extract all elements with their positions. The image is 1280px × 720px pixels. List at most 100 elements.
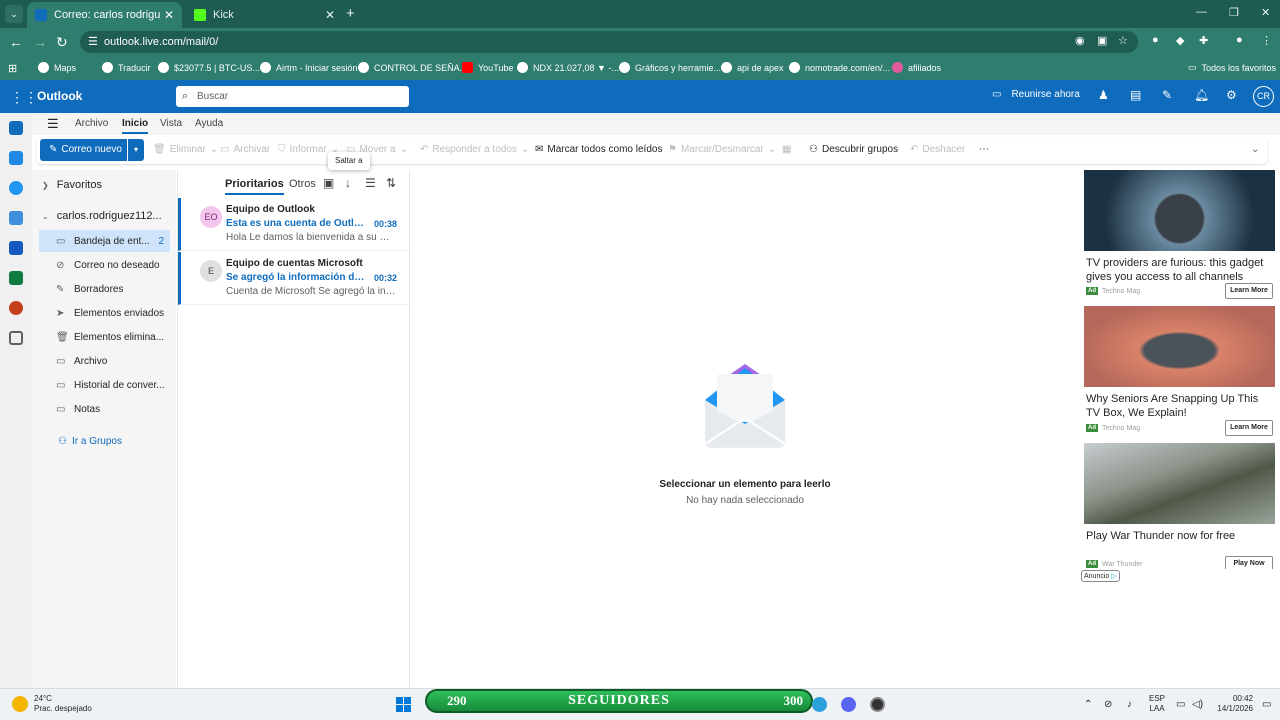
hamburger-icon[interactable]: ☰ — [47, 116, 59, 132]
go-to-groups-link[interactable]: ⚇ Ir a Grupos — [58, 436, 122, 447]
bookmark-item[interactable]: Airtm - Iniciar sesión — [260, 62, 358, 73]
display-icon[interactable]: ▭ — [1176, 699, 1185, 710]
tab-search-button[interactable]: ⌄ — [5, 5, 23, 23]
mail-icon[interactable] — [9, 121, 23, 135]
view-toggle-button[interactable]: ▦ — [782, 144, 795, 155]
bookmark-item[interactable]: Gráficos y herramie... — [619, 62, 721, 73]
forward-icon[interactable]: → — [33, 34, 47, 50]
filter-icon[interactable]: ☰ — [365, 176, 376, 190]
feedback-icon[interactable]: ✎ — [1162, 88, 1172, 102]
back-icon[interactable]: ← — [9, 34, 23, 50]
calendar-icon[interactable] — [9, 151, 23, 165]
restore-icon[interactable]: ❐ — [1229, 6, 1239, 19]
flag-button[interactable]: ⚑ Marcar/Desmarcar ⌄ — [668, 144, 776, 155]
discover-groups-button[interactable]: ⚇ Descubrir grupos — [809, 144, 898, 155]
search-input[interactable]: ⌕ Buscar — [176, 86, 409, 107]
bookmark-item[interactable]: api de apex — [721, 62, 784, 73]
bell-icon[interactable]: 🔔︎ — [1194, 88, 1209, 102]
expand-ribbon-icon[interactable]: ⌄ — [1251, 144, 1259, 155]
tab-archivo[interactable]: Archivo — [75, 118, 108, 129]
close-window-icon[interactable]: ✕ — [1261, 6, 1270, 19]
ad-card[interactable]: TV providers are furious: this gadget gi… — [1084, 170, 1275, 302]
archive-button[interactable]: ▭ Archivar — [220, 144, 270, 155]
discord-icon[interactable] — [841, 697, 856, 712]
tray-overflow-icon[interactable]: ⌃ — [1084, 699, 1092, 710]
reload-icon[interactable]: ↻ — [56, 34, 68, 51]
folder-inbox[interactable]: ▭ Bandeja de ent... 2 — [39, 230, 170, 252]
more-icon[interactable]: ⋮ — [1261, 34, 1272, 47]
volume-icon[interactable]: ◁) — [1192, 699, 1203, 710]
apps-grid-icon[interactable]: ⊞ — [8, 62, 17, 75]
message-item[interactable]: EO Equipo de Outlook Esta es una cuenta … — [178, 198, 410, 251]
tab-focused[interactable]: Prioritarios — [225, 178, 284, 195]
excel-icon[interactable] — [9, 271, 23, 285]
tab-vista[interactable]: Vista — [160, 118, 182, 129]
ad-cta-button[interactable]: Learn More — [1225, 420, 1273, 436]
all-favorites[interactable]: ▭ Todos los favoritos — [1188, 62, 1276, 73]
bookmark-item[interactable]: NDX 21.027,08 ▼ -... — [517, 62, 619, 73]
bookmark-item[interactable]: $23077.5 | BTC-US... — [158, 62, 260, 73]
install-app-icon[interactable]: ▣ — [1097, 34, 1107, 47]
tab-other[interactable]: Otros — [289, 178, 316, 190]
tab-inicio[interactable]: Inicio — [122, 118, 149, 134]
new-mail-dropdown[interactable]: ▾ — [128, 139, 144, 161]
arrow-down-icon[interactable]: ↓ — [345, 176, 351, 190]
browser-tab-kick[interactable]: Kick ✕ — [186, 2, 343, 28]
bookmark-item[interactable]: CONTROL DE SEÑA... — [358, 62, 467, 73]
teams-icon[interactable]: ♟ — [1098, 88, 1109, 102]
folder-archive[interactable]: ▭ Archivo — [32, 350, 170, 372]
sort-icon[interactable]: ⇅ — [386, 176, 396, 190]
clock[interactable]: 00:42 14/1/2026 — [1213, 694, 1253, 714]
minimize-icon[interactable]: — — [1196, 6, 1207, 18]
weather-widget[interactable]: 24°C Prac. despejado — [12, 694, 92, 714]
telegram-icon[interactable] — [812, 697, 827, 712]
network-off-icon[interactable]: ⊘ — [1104, 699, 1112, 710]
microphone-icon[interactable]: ♪ — [1127, 699, 1132, 710]
eye-icon[interactable]: ◉ — [1075, 34, 1085, 47]
browser-tab-outlook[interactable]: Correo: carlos rodriguez - Outlook ✕ — [27, 2, 182, 28]
mark-all-read-button[interactable]: ✉ Marcar todos como leídos — [535, 144, 662, 155]
bookmark-item[interactable]: Maps — [38, 62, 76, 73]
site-info-icon[interactable]: ☰ — [88, 31, 98, 53]
ad-card[interactable]: Why Seniors Are Snapping Up This TV Box,… — [1084, 306, 1275, 438]
folder-deleted[interactable]: 🗑︎ Elementos elimina... — [32, 326, 170, 348]
ad-cta-button[interactable]: Play Now — [1225, 556, 1273, 569]
jump-to-icon[interactable]: ▣ — [323, 176, 334, 190]
more-apps-icon[interactable] — [9, 331, 23, 345]
ad-cta-button[interactable]: Learn More — [1225, 283, 1273, 299]
favorites-header[interactable]: ❯ Favoritos — [42, 179, 102, 191]
folder-drafts[interactable]: ✎ Borradores — [32, 278, 170, 300]
office-icon[interactable]: ▤ — [1130, 88, 1141, 102]
ad-card[interactable]: Play War Thunder now for free Ad War Thun… — [1084, 443, 1275, 569]
ad-label[interactable]: Anuncio ▷ — [1081, 570, 1120, 582]
word-icon[interactable] — [9, 241, 23, 255]
bookmark-item[interactable]: afiliados — [892, 62, 941, 73]
app-icon[interactable] — [870, 697, 885, 712]
bookmark-item[interactable]: nomotrade.com/en/... — [789, 62, 890, 73]
profile-icon[interactable]: ● — [1236, 34, 1243, 46]
folder-sent[interactable]: ➤ Elementos enviados — [32, 302, 170, 324]
folder-notes[interactable]: ▭ Notas — [32, 398, 170, 420]
undo-button[interactable]: ↶ Deshacer — [910, 144, 965, 155]
people-icon[interactable] — [9, 181, 23, 195]
start-icon[interactable] — [396, 697, 412, 713]
close-tab-icon[interactable]: ✕ — [325, 8, 335, 22]
app-launcher-icon[interactable]: ⋮⋮ — [10, 89, 38, 106]
message-item[interactable]: E Equipo de cuentas Microsoft Se agregó … — [178, 252, 410, 305]
close-tab-icon[interactable]: ✕ — [164, 8, 174, 22]
bookmark-item[interactable]: YouTube — [462, 62, 513, 73]
account-header[interactable]: ⌄ carlos.rodriguez112... — [42, 210, 162, 222]
powerpoint-icon[interactable] — [9, 301, 23, 315]
delete-button[interactable]: 🗑︎ Eliminar ⌄ — [153, 144, 218, 155]
folder-history[interactable]: ▭ Historial de conver... — [32, 374, 170, 396]
todo-icon[interactable] — [9, 211, 23, 225]
new-mail-button[interactable]: ✎ Correo nuevo — [40, 139, 127, 161]
notifications-icon[interactable]: ▭ — [1262, 699, 1271, 710]
puzzle-icon[interactable]: ✚ — [1199, 34, 1208, 47]
extension-icon[interactable]: ◆ — [1176, 34, 1184, 47]
bookmark-item[interactable]: Traducir — [102, 62, 151, 73]
reply-all-button[interactable]: ↶ Responder a todos ⌄ — [420, 144, 529, 155]
avatar[interactable]: CR — [1253, 86, 1274, 107]
star-icon[interactable]: ☆ — [1118, 34, 1128, 47]
language-indicator[interactable]: ESP LAA — [1149, 694, 1165, 714]
